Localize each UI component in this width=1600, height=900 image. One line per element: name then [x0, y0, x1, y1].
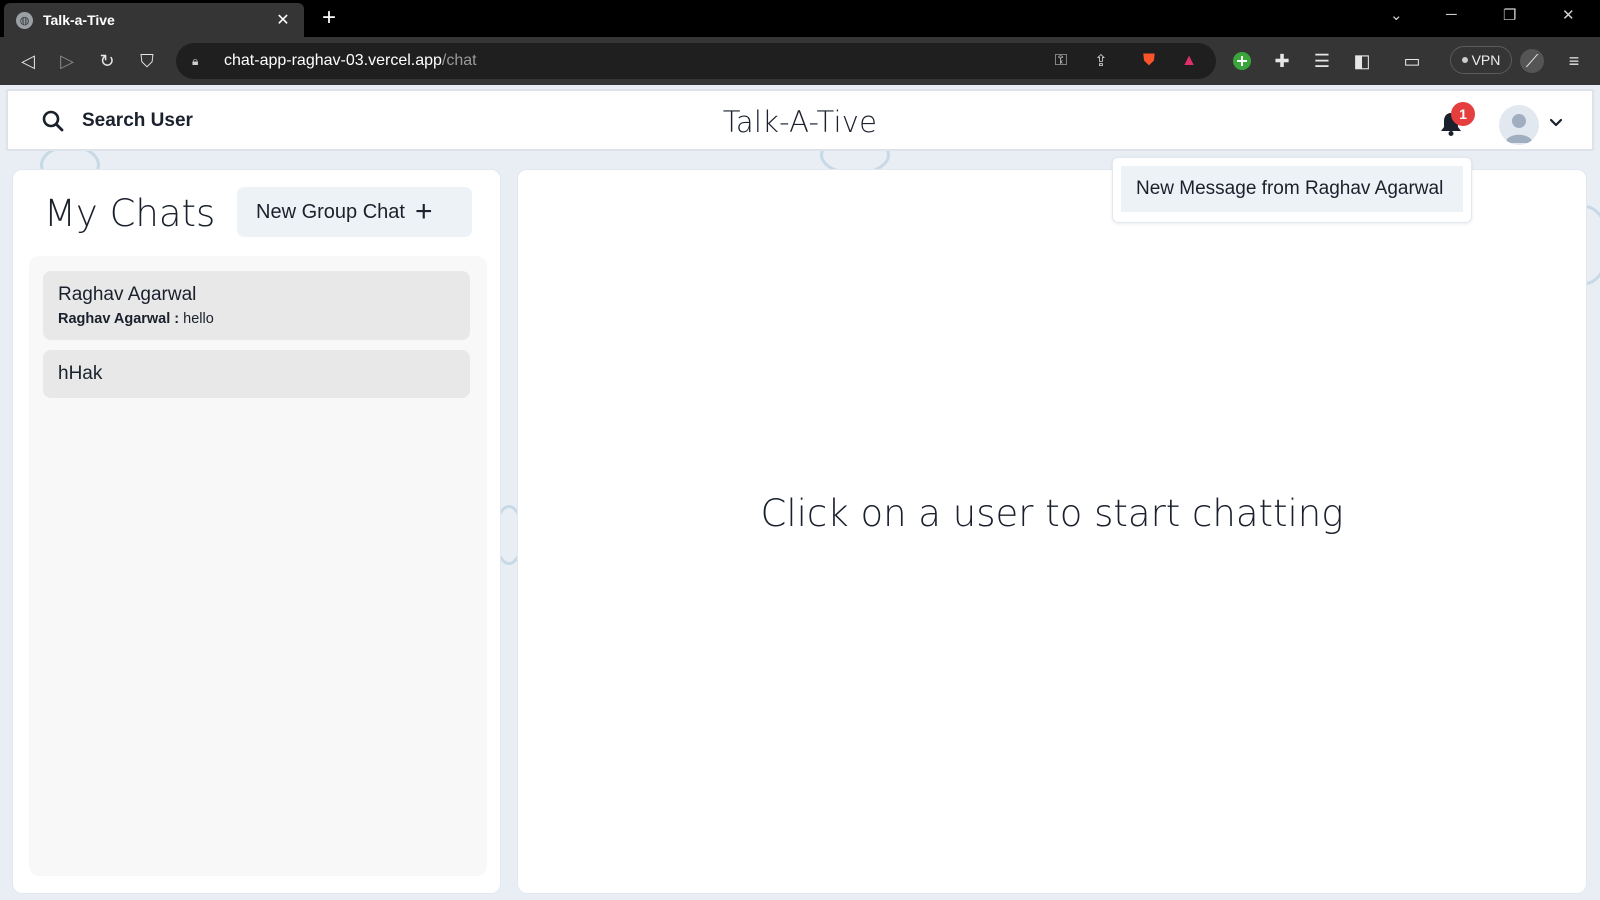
forward-icon[interactable]: ▷ — [55, 49, 79, 73]
tab-title: Talk-a-Tive — [43, 12, 115, 28]
new-tab-icon[interactable]: + — [322, 6, 336, 30]
url-host: chat-app-raghav-03.vercel.app — [224, 52, 442, 69]
close-window-icon[interactable]: ✕ — [1562, 6, 1575, 24]
empty-chat-placeholder: Click on a user to start chatting — [760, 492, 1344, 535]
browser-toolbar: ◁ ▷ ↻ ⛉ 🔒︎ chat-app-raghav-03.vercel.app… — [0, 37, 1600, 85]
user-icon — [1505, 114, 1533, 143]
vpn-label: VPN — [1471, 52, 1501, 68]
new-group-chat-label: New Group Chat — [256, 200, 405, 223]
media-playlist-icon[interactable]: ☰ — [1310, 49, 1334, 73]
chat-name: Raghav Agarwal — [58, 284, 197, 305]
plus-icon: + — [414, 195, 433, 228]
restore-icon[interactable]: ❐ — [1503, 6, 1516, 24]
profile-icon[interactable]: ⟋ — [1520, 49, 1544, 73]
notification-item[interactable]: New Message from Raghav Agarwal — [1121, 166, 1463, 212]
wallet-icon[interactable]: ▭ — [1400, 49, 1424, 73]
chat-list: Raghav Agarwal Raghav Agarwal : hello hH… — [29, 256, 487, 876]
extension-green-icon[interactable] — [1230, 49, 1254, 73]
key-icon[interactable]: ⚿ — [1050, 50, 1072, 72]
bookmark-icon[interactable]: ⛉ — [135, 49, 159, 73]
app-container: Search User Talk-A-Tive 1 New Message fr… — [0, 85, 1600, 900]
notification-menu: New Message from Raghav Agarwal — [1112, 157, 1472, 223]
lock-icon: 🔒︎ — [192, 53, 199, 68]
new-group-chat-button[interactable]: New Group Chat + — [237, 187, 472, 237]
share-icon[interactable]: ⇪ — [1090, 50, 1112, 72]
close-tab-icon[interactable]: ✕ — [274, 10, 292, 30]
sidebar-toggle-icon[interactable]: ◧ — [1350, 49, 1374, 73]
latest-text: hello — [183, 311, 214, 327]
chat-item-hhak[interactable]: hHak — [43, 350, 470, 398]
brave-shields-icon[interactable]: ⛊ — [1138, 50, 1160, 72]
tab-search-chevron-icon[interactable]: ⌄ — [1390, 6, 1403, 24]
browser-tab[interactable]: ◍ Talk-a-Tive ✕ — [4, 3, 304, 37]
vpn-button[interactable]: VPN — [1450, 46, 1512, 74]
notification-badge: 1 — [1451, 102, 1475, 126]
avatar[interactable] — [1499, 105, 1539, 145]
vpn-status-dot — [1461, 57, 1468, 63]
app-title: Talk-A-Tive — [722, 105, 878, 139]
extensions-puzzle-icon[interactable]: ✚ — [1270, 49, 1294, 73]
menu-icon[interactable]: ≡ — [1562, 49, 1586, 73]
chat-item-raghav-agarwal[interactable]: Raghav Agarwal Raghav Agarwal : hello — [43, 271, 470, 340]
minimize-icon[interactable]: ─ — [1446, 6, 1457, 23]
chat-latest-message: Raghav Agarwal : hello — [58, 311, 455, 327]
chat-name: hHak — [58, 363, 103, 384]
my-chats-panel: My Chats New Group Chat + Raghav Agarwal… — [12, 169, 501, 894]
chevron-down-icon[interactable] — [1548, 115, 1564, 131]
reload-icon[interactable]: ↻ — [95, 49, 119, 73]
latest-sender: Raghav Agarwal : — [58, 311, 180, 327]
url-path: /chat — [441, 52, 477, 69]
address-bar[interactable]: 🔒︎ chat-app-raghav-03.vercel.app/chat ⚿ … — [176, 43, 1216, 79]
brave-rewards-icon[interactable]: ▲ — [1178, 50, 1200, 72]
my-chats-title: My Chats — [44, 192, 216, 235]
app-header: Search User Talk-A-Tive 1 — [6, 89, 1594, 151]
globe-icon: ◍ — [16, 11, 33, 29]
browser-tabstrip: ◍ Talk-a-Tive ✕ + ⌄ ─ ❐ ✕ — [0, 0, 1600, 37]
back-icon[interactable]: ◁ — [16, 49, 40, 73]
chat-box: Click on a user to start chatting — [517, 169, 1587, 894]
